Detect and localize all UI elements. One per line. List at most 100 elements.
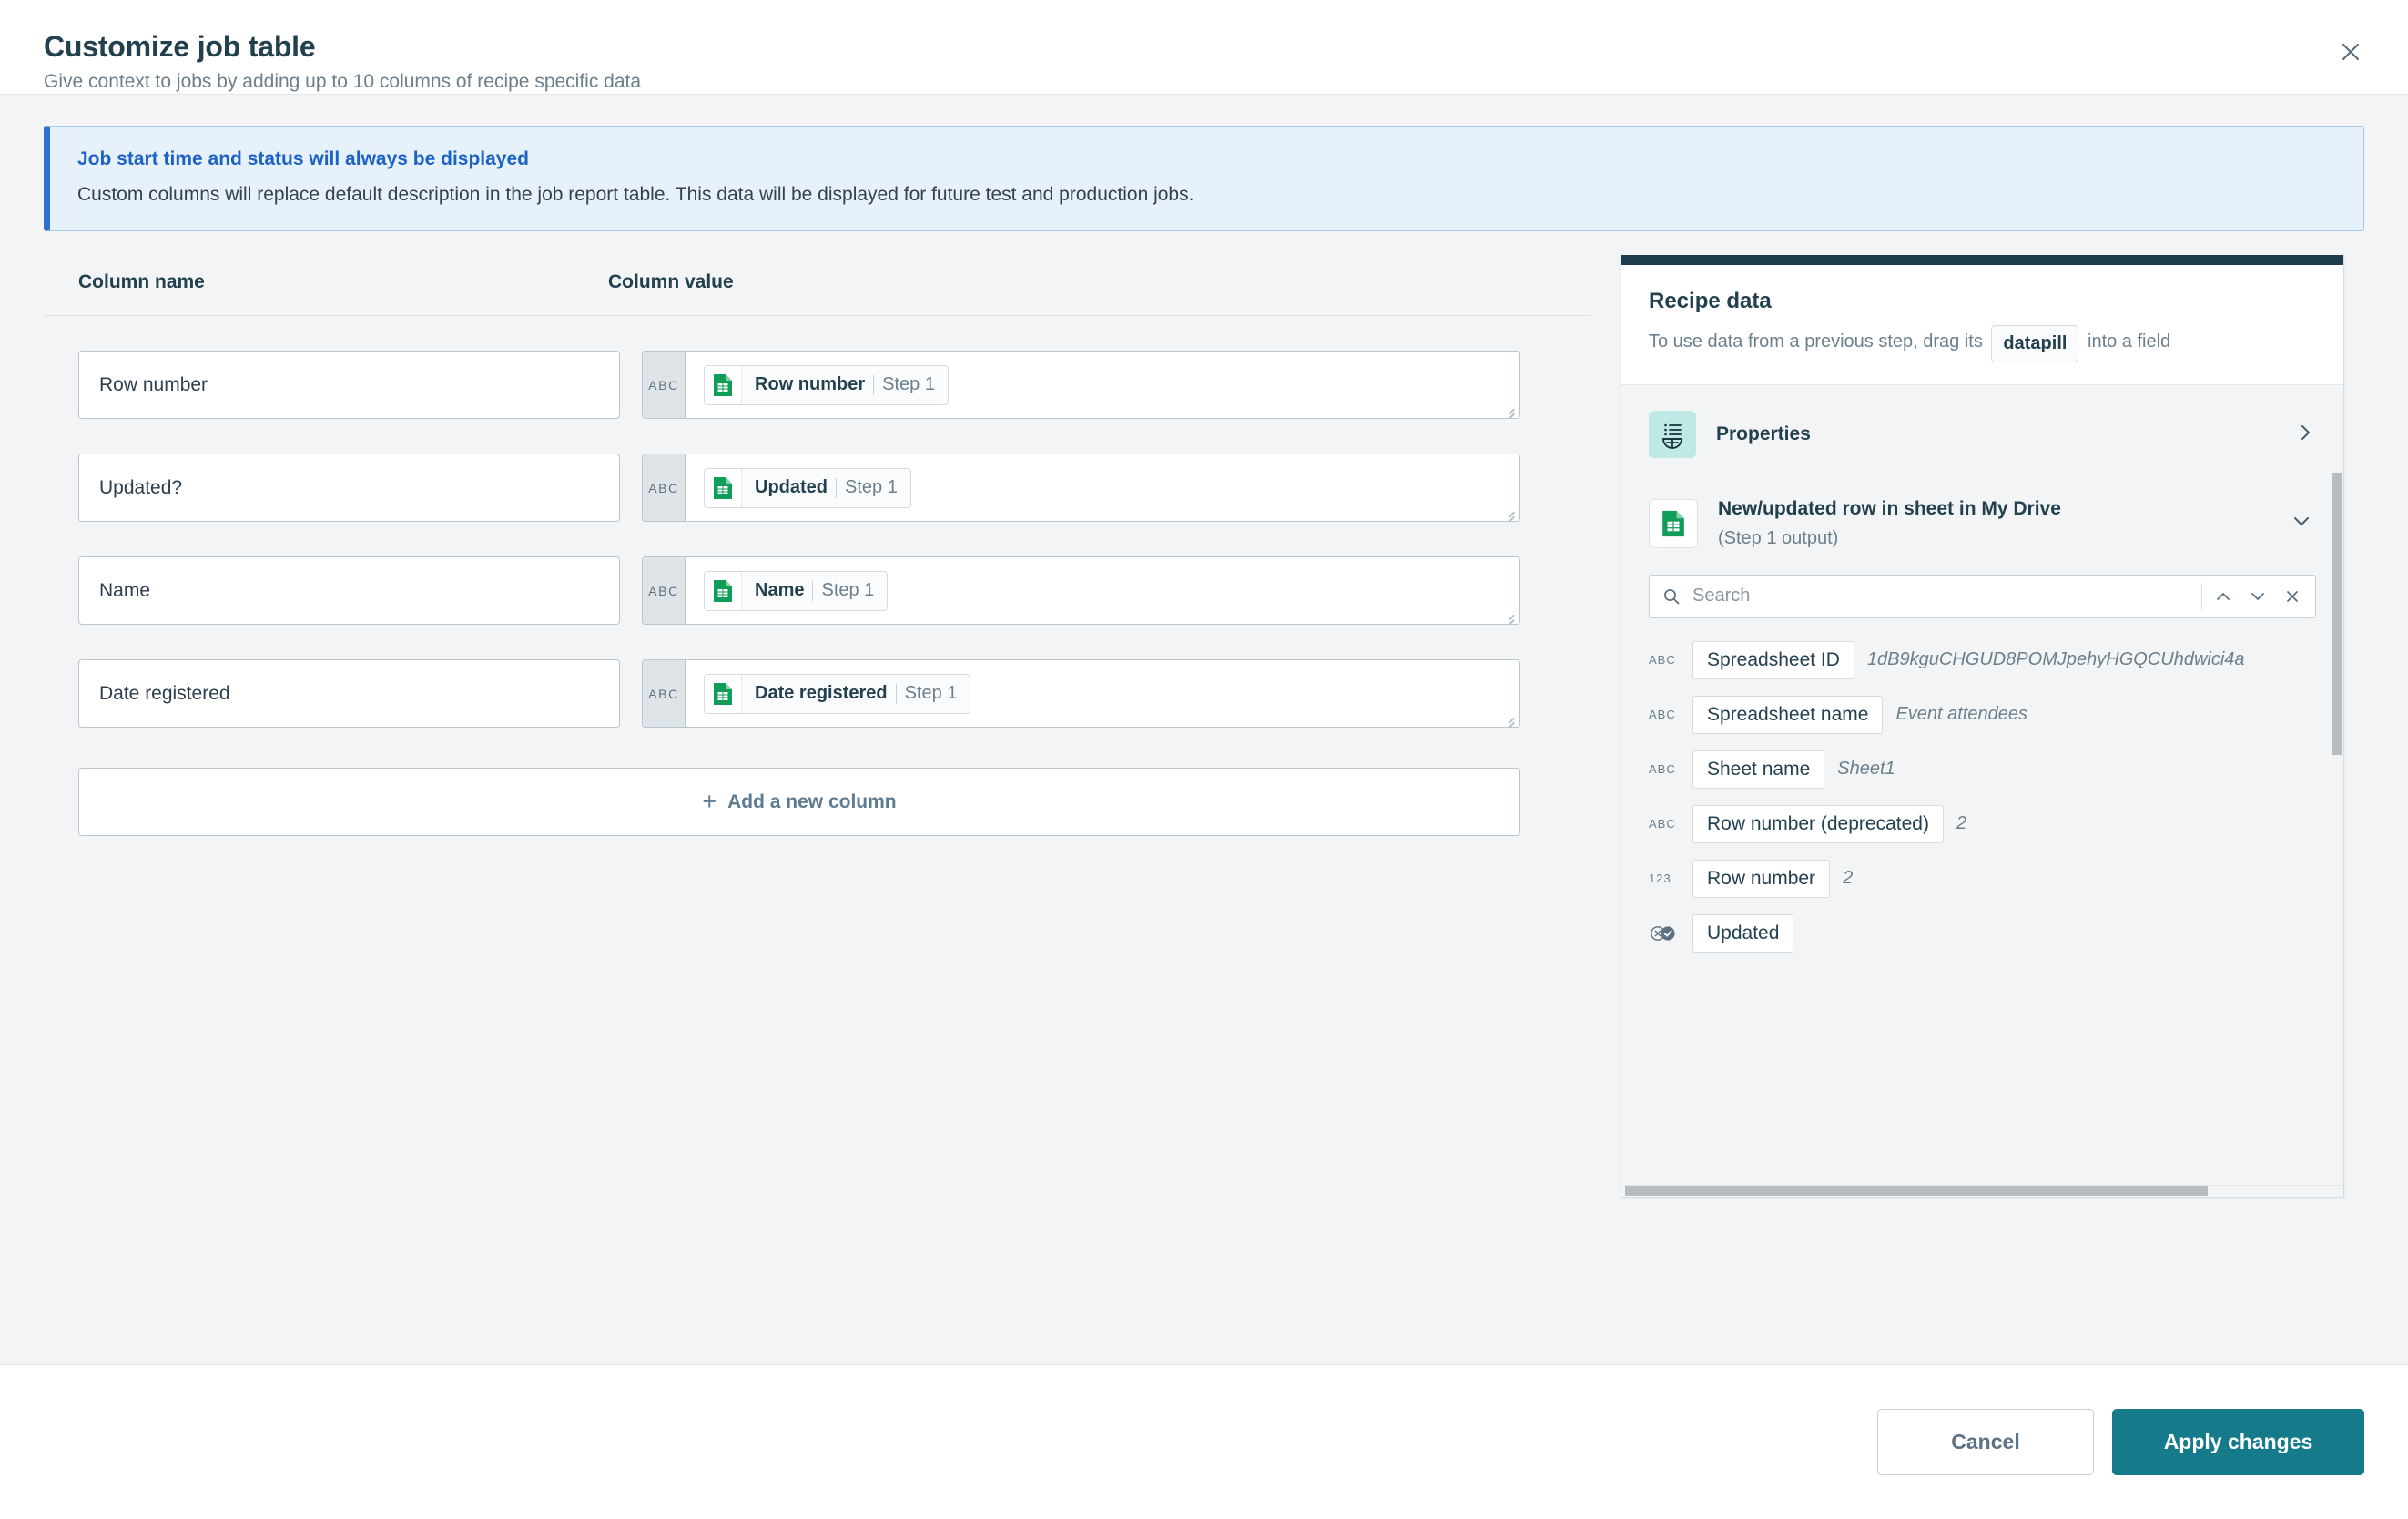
resize-handle[interactable] bbox=[1500, 503, 1517, 519]
list-item[interactable]: ABC Spreadsheet name Event attendees bbox=[1621, 688, 2343, 742]
datapill[interactable]: Updated Step 1 bbox=[704, 468, 911, 508]
panel-top-accent-bar bbox=[1621, 255, 2343, 265]
recipe-data-title: Recipe data bbox=[1649, 289, 2316, 314]
datatype-label: ABC bbox=[1649, 762, 1680, 776]
content-area: Column name Column value ABC bbox=[44, 271, 2364, 1198]
close-icon[interactable] bbox=[2275, 579, 2310, 614]
tree-item-properties[interactable]: Properties bbox=[1621, 402, 2343, 467]
resize-handle[interactable] bbox=[1500, 709, 1517, 725]
value-field-content[interactable]: Date registered Step 1 bbox=[686, 660, 1519, 727]
tree-item-step-output[interactable]: New/updated row in sheet in My Drive (St… bbox=[1621, 487, 2343, 559]
datapill-label: Updated bbox=[755, 477, 828, 498]
chevron-down-icon[interactable] bbox=[2291, 514, 2316, 533]
datatype-label: ABC bbox=[1649, 653, 1680, 667]
column-value-field[interactable]: ABC bbox=[642, 659, 1520, 728]
table-row: ABC bbox=[44, 659, 1591, 728]
column-name-input[interactable] bbox=[78, 556, 620, 625]
vertical-scrollbar[interactable] bbox=[2332, 473, 2342, 755]
datapill-label: Row number bbox=[755, 374, 865, 395]
datapill[interactable]: Name Step 1 bbox=[704, 571, 888, 611]
search-icon bbox=[1662, 587, 1681, 606]
column-name-input[interactable] bbox=[78, 454, 620, 522]
datatype-label: 123 bbox=[1649, 872, 1680, 885]
recipe-data-description: To use data from a previous step, drag i… bbox=[1649, 325, 2316, 362]
field-sample-value: 2 bbox=[1843, 868, 2316, 889]
properties-list-icon bbox=[1649, 411, 1696, 458]
column-name-input[interactable] bbox=[78, 659, 620, 728]
column-name-header: Column name bbox=[78, 271, 205, 292]
search-divider bbox=[2201, 583, 2202, 610]
horizontal-scrollbar-thumb[interactable] bbox=[1625, 1186, 2208, 1196]
add-new-column-button[interactable]: + Add a new column bbox=[78, 768, 1520, 836]
chevron-up-icon[interactable] bbox=[2206, 579, 2240, 614]
column-name-input[interactable] bbox=[78, 351, 620, 419]
modal-body: Job start time and status will always be… bbox=[0, 95, 2408, 1364]
field-pill-label[interactable]: Spreadsheet name bbox=[1692, 696, 1883, 734]
table-row: ABC bbox=[44, 454, 1591, 522]
value-field-content[interactable]: Updated Step 1 bbox=[686, 454, 1519, 521]
list-item[interactable]: Updated bbox=[1621, 906, 2343, 961]
horizontal-scrollbar-track[interactable] bbox=[1621, 1185, 2343, 1197]
table-row: ABC bbox=[44, 351, 1591, 419]
close-icon[interactable] bbox=[2330, 31, 2372, 73]
datapill-step: Step 1 bbox=[882, 374, 935, 395]
chevron-down-icon[interactable] bbox=[2240, 579, 2275, 614]
value-field-content[interactable]: Row number Step 1 bbox=[686, 352, 1519, 418]
column-value-field[interactable]: ABC bbox=[642, 556, 1520, 625]
list-item[interactable]: ABC Spreadsheet ID 1dB9kguCHGUD8POMJpehy… bbox=[1621, 633, 2343, 688]
datapill-step: Step 1 bbox=[905, 683, 958, 704]
datapill-field-list: ABC Spreadsheet ID 1dB9kguCHGUD8POMJpehy… bbox=[1621, 629, 2343, 961]
resize-handle[interactable] bbox=[1500, 606, 1517, 622]
field-pill-label[interactable]: Spreadsheet ID bbox=[1692, 641, 1854, 679]
banner-title: Job start time and status will always be… bbox=[77, 148, 2338, 170]
datatype-label: ABC bbox=[1649, 817, 1680, 831]
plus-icon: + bbox=[702, 790, 716, 814]
modal-footer: Cancel Apply changes bbox=[0, 1364, 2408, 1519]
recipe-panel-header: Recipe data To use data from a previous … bbox=[1621, 265, 2343, 385]
datapill-label: Name bbox=[755, 580, 804, 601]
datapill-label: Date registered bbox=[755, 683, 888, 704]
column-value-field[interactable]: ABC bbox=[642, 351, 1520, 419]
type-tag: ABC bbox=[643, 660, 686, 727]
resize-handle[interactable] bbox=[1500, 400, 1517, 416]
modal-header: Customize job table Give context to jobs… bbox=[0, 0, 2408, 95]
page-title: Customize job table bbox=[44, 31, 2364, 63]
field-sample-value: Sheet1 bbox=[1837, 759, 2316, 780]
datapill-search-box[interactable] bbox=[1649, 575, 2316, 618]
step-output-subtitle: (Step 1 output) bbox=[1718, 526, 2271, 551]
type-tag: ABC bbox=[643, 454, 686, 521]
datapill-separator bbox=[812, 581, 813, 601]
properties-label: Properties bbox=[1716, 422, 2278, 447]
customize-job-table-modal: Customize job table Give context to jobs… bbox=[0, 0, 2408, 1519]
datapill[interactable]: Row number Step 1 bbox=[704, 365, 949, 405]
cancel-button[interactable]: Cancel bbox=[1877, 1409, 2094, 1475]
list-item[interactable]: ABC Sheet name Sheet1 bbox=[1621, 742, 2343, 797]
list-item[interactable]: ABC Row number (deprecated) 2 bbox=[1621, 797, 2343, 851]
type-tag: ABC bbox=[643, 352, 686, 418]
column-headers: Column name Column value bbox=[44, 271, 1591, 316]
field-pill-label[interactable]: Updated bbox=[1692, 914, 1793, 953]
step-output-title: New/updated row in sheet in My Drive bbox=[1718, 496, 2271, 522]
datapill-step: Step 1 bbox=[845, 477, 898, 498]
value-field-content[interactable]: Name Step 1 bbox=[686, 557, 1519, 624]
info-banner: Job start time and status will always be… bbox=[44, 126, 2364, 231]
recipe-data-panel: Recipe data To use data from a previous … bbox=[1621, 255, 2344, 1198]
column-value-field[interactable]: ABC bbox=[642, 454, 1520, 522]
description-text-after: into a field bbox=[2088, 331, 2170, 352]
field-pill-label[interactable]: Row number (deprecated) bbox=[1692, 805, 1944, 843]
field-sample-value: 2 bbox=[1956, 813, 2316, 834]
apply-changes-button[interactable]: Apply changes bbox=[2112, 1409, 2364, 1475]
list-item[interactable]: 123 Row number 2 bbox=[1621, 851, 2343, 906]
datatype-label: ABC bbox=[1649, 708, 1680, 721]
google-sheets-icon bbox=[1649, 499, 1698, 548]
datapill[interactable]: Date registered Step 1 bbox=[704, 674, 970, 714]
add-new-column-label: Add a new column bbox=[727, 791, 897, 813]
chevron-right-icon[interactable] bbox=[2298, 422, 2316, 448]
column-value-header: Column value bbox=[608, 271, 734, 292]
field-pill-label[interactable]: Sheet name bbox=[1692, 750, 1824, 789]
field-sample-value: 1dB9kguCHGUD8POMJpehyHGQCUhdwici4a bbox=[1867, 649, 2316, 670]
table-row: ABC bbox=[44, 556, 1591, 625]
search-input[interactable] bbox=[1681, 585, 2198, 607]
datapill-step: Step 1 bbox=[821, 580, 874, 601]
field-pill-label[interactable]: Row number bbox=[1692, 860, 1830, 898]
